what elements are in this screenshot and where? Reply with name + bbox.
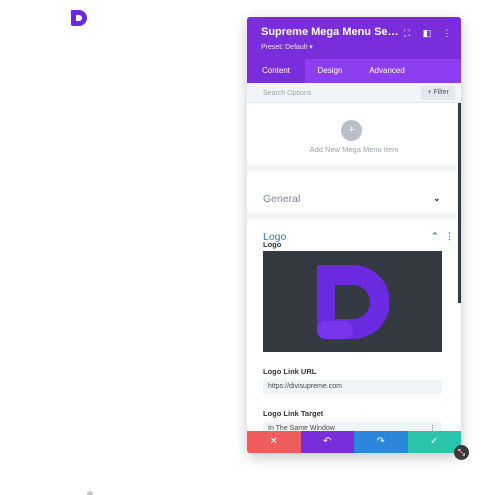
sidebar-icon[interactable]: ◧: [421, 27, 433, 39]
chevron-up-icon[interactable]: ⌃: [431, 231, 439, 242]
logo-field-label: Logo: [263, 240, 282, 249]
site-logo-icon[interactable]: [69, 8, 89, 28]
tab-content[interactable]: Content: [247, 59, 305, 83]
page-element-dot: [87, 491, 93, 495]
logo-link-target-label: Logo Link Target: [263, 409, 324, 418]
filter-button[interactable]: + Filter: [421, 86, 455, 100]
logo-image-upload[interactable]: [263, 251, 442, 352]
modal-footer: ✕ ↶ ↷ ✓: [247, 431, 461, 453]
tab-bar: Content Design Advanced: [247, 59, 461, 83]
add-item-label: Add New Mega Menu Item: [309, 145, 399, 154]
more-options-icon[interactable]: ⋮: [441, 27, 453, 39]
divider: [247, 165, 461, 171]
search-row: + Filter: [247, 83, 461, 103]
discard-button[interactable]: ✕: [247, 431, 301, 453]
section-more-icon[interactable]: ⋮: [445, 231, 454, 242]
logo-link-url-input[interactable]: https://divisupreme.com: [263, 380, 442, 394]
divider: [247, 213, 461, 219]
expand-icon[interactable]: ⛶: [401, 27, 413, 39]
tab-advanced[interactable]: Advanced: [355, 59, 419, 83]
modal-header: Supreme Mega Menu Setti... Preset: Defau…: [247, 17, 461, 59]
settings-scroll-area: + Add New Mega Menu Item General ⌄ Logo …: [247, 103, 461, 436]
redo-button[interactable]: ↷: [354, 431, 408, 453]
plus-icon: +: [348, 124, 355, 136]
logo-link-url-label: Logo Link URL: [263, 367, 317, 376]
undo-button[interactable]: ↶: [300, 431, 354, 453]
search-input[interactable]: [263, 87, 403, 99]
chevron-down-icon[interactable]: ⌄: [433, 193, 441, 204]
section-general-title[interactable]: General: [263, 193, 300, 205]
resize-handle-icon[interactable]: ⤡: [454, 445, 469, 460]
builder-canvas: Supreme Mega Menu Setti... Preset: Defau…: [0, 0, 500, 495]
scrollbar[interactable]: [458, 103, 461, 303]
save-button[interactable]: ✓: [407, 431, 461, 453]
module-settings-modal: Supreme Mega Menu Setti... Preset: Defau…: [247, 17, 461, 453]
uploaded-logo-icon: [317, 265, 389, 339]
modal-title: Supreme Mega Menu Setti...: [261, 26, 401, 38]
add-item-button[interactable]: +: [341, 120, 362, 141]
tab-design[interactable]: Design: [305, 59, 355, 83]
preset-selector[interactable]: Preset: Default ▾: [261, 43, 313, 51]
